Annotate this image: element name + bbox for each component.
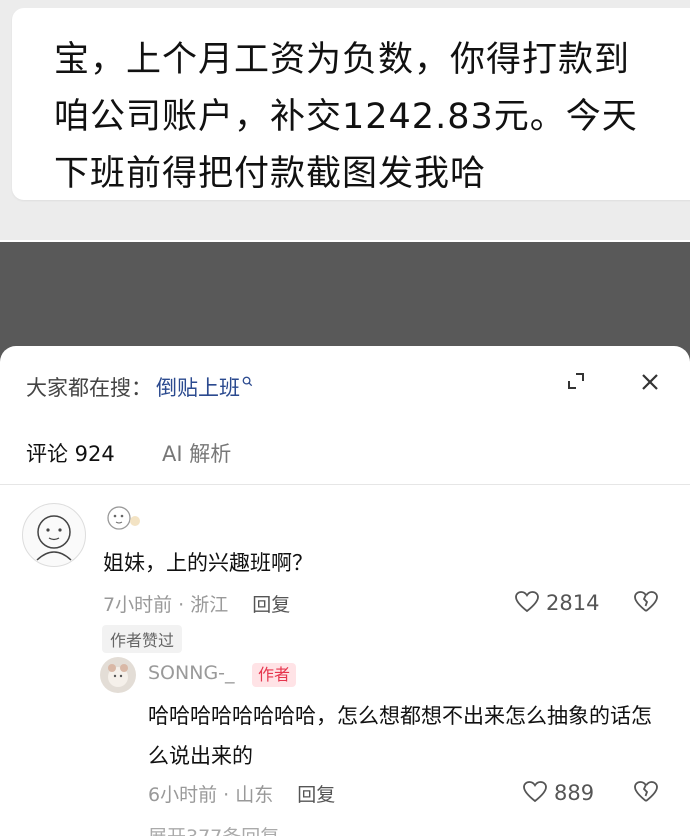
reply-text: 哈哈哈哈哈哈哈哈，怎么想都想不出来怎么抽象的话怎么说出来的 <box>148 704 652 768</box>
avatar[interactable] <box>22 503 86 567</box>
expand-icon[interactable] <box>563 368 589 394</box>
like-button[interactable]: 2814 <box>514 590 599 615</box>
like-button[interactable]: 889 <box>522 780 594 805</box>
avatar[interactable] <box>100 657 136 693</box>
close-icon[interactable] <box>636 368 664 396</box>
comment-meta: 7小时前 · 浙江 回复 <box>103 590 290 617</box>
reply-time: 6小时前 · 山东 <box>148 784 274 806</box>
reply-button[interactable]: 回复 <box>252 594 290 616</box>
reply-button[interactable]: 回复 <box>297 784 335 806</box>
like-count: 889 <box>554 781 595 805</box>
reply-username[interactable]: SONNG-_ <box>148 662 235 684</box>
author-badge: 作者 <box>252 663 297 687</box>
heart-icon <box>515 591 539 613</box>
reply-meta: 6小时前 · 山东 回复 <box>148 780 335 807</box>
comment-text: 姐妹，上的兴趣班啊？ <box>103 551 313 575</box>
bubble-tail <box>14 60 25 78</box>
tab-comments[interactable]: 评论 924 <box>26 438 115 468</box>
message-line-1: 宝，上个月工资为负数，你得打款到 <box>54 40 631 80</box>
tab-ai-analysis[interactable]: AI 解析 <box>162 438 231 468</box>
divider <box>0 484 690 485</box>
expand-replies-link[interactable]: 展开377条回复 <box>148 822 279 836</box>
broken-heart-icon[interactable] <box>632 590 660 618</box>
trending-search[interactable]: 大家都在搜： 倒贴上班 <box>26 368 253 402</box>
trending-search-term[interactable]: 倒贴上班 <box>156 376 240 400</box>
sticker-icon <box>104 503 144 533</box>
comment-time: 7小时前 · 浙江 <box>103 594 229 616</box>
broken-heart-icon[interactable] <box>632 780 660 808</box>
search-icon <box>242 368 253 392</box>
message-text: 宝，上个月工资为负数，你得打款到 咱公司账户，补交1242.83元。今天 下班前… <box>54 32 690 203</box>
message-line-3: 下班前得把付款截图发我哈 <box>54 154 487 194</box>
heart-icon <box>523 781 547 803</box>
author-liked-badge: 作者赞过 <box>102 625 183 653</box>
message-bubble: 宝，上个月工资为负数，你得打款到 咱公司账户，补交1242.83元。今天 下班前… <box>12 8 690 200</box>
trending-search-label: 大家都在搜： <box>26 376 152 400</box>
message-line-2: 咱公司账户，补交1242.83元。今天 <box>54 97 638 137</box>
like-count: 2814 <box>546 591 600 615</box>
